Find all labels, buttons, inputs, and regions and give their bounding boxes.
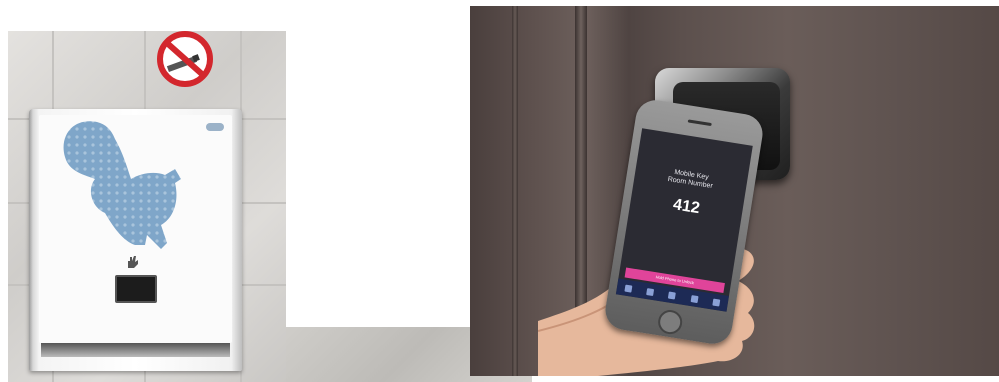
squirrel-graphic [63, 121, 181, 249]
room-number: 412 [671, 196, 701, 218]
hotel-tab-icon[interactable] [690, 294, 699, 303]
no-smoking-icon [157, 31, 213, 87]
dispenser-slot [41, 343, 230, 357]
dispenser-sensor-window [115, 275, 157, 303]
paper-towel-dispenser [29, 109, 242, 371]
key-tab-icon[interactable] [668, 291, 677, 300]
hand-sensor-icon [128, 256, 138, 268]
door-panel-groove [512, 6, 518, 376]
more-tab-icon[interactable] [712, 298, 721, 307]
reservations-tab-icon[interactable] [646, 287, 655, 296]
brand-logo [206, 123, 224, 131]
phone-screen: Mobile Key Room Number 412 Hold Phone to… [615, 128, 753, 312]
home-tab-icon[interactable] [624, 284, 633, 293]
mobile-key-photo: Mobile Key Room Number 412 Hold Phone to… [470, 6, 999, 376]
home-button [656, 308, 684, 336]
dispenser-photo [8, 31, 286, 382]
phone-speaker [687, 119, 712, 127]
